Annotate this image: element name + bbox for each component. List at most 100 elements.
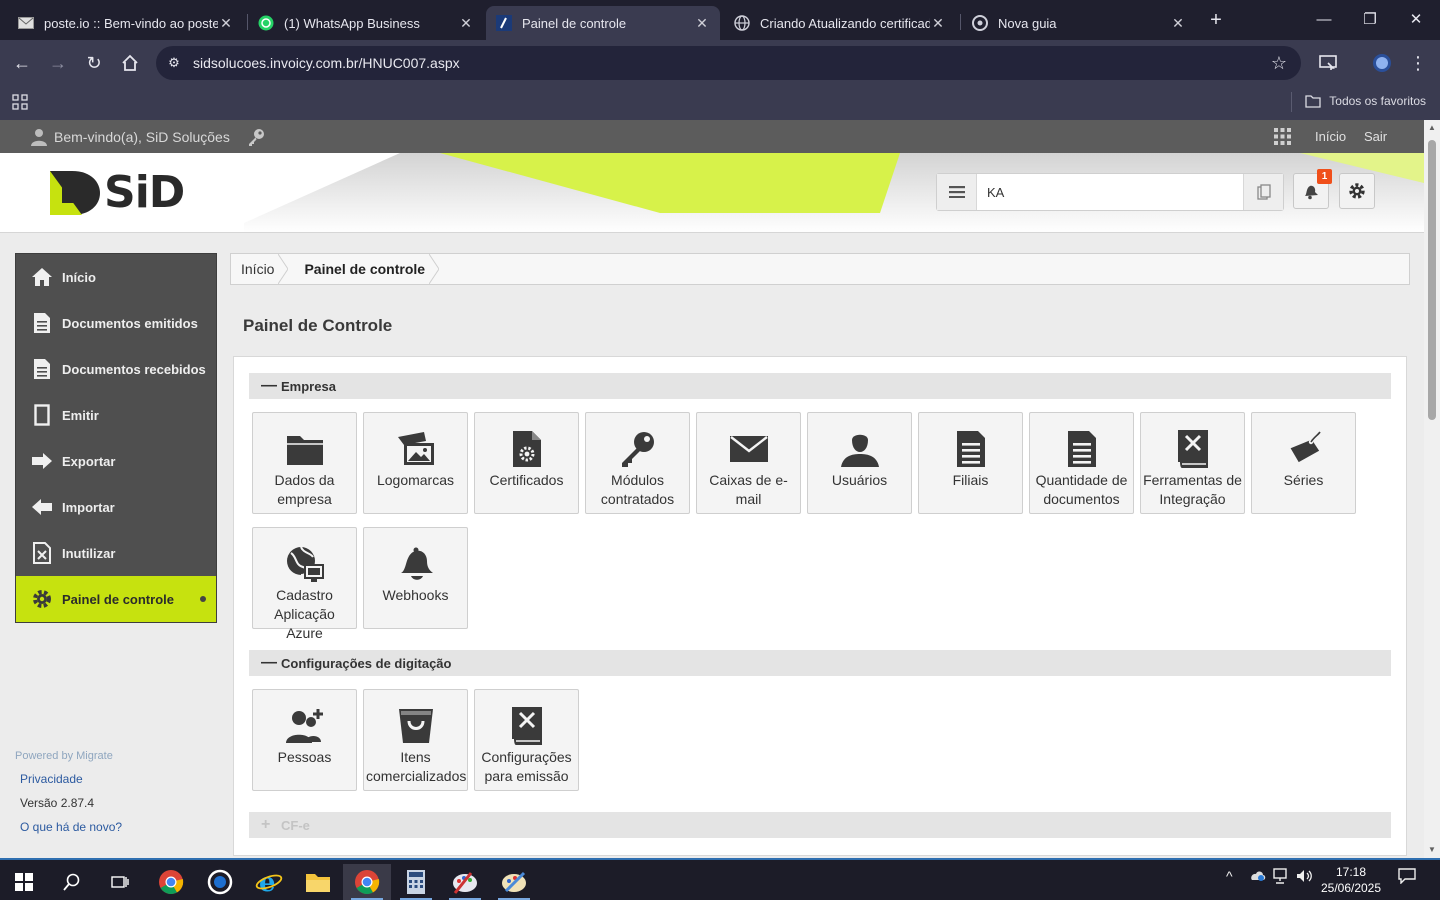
tab-poste[interactable]: poste.io :: Bem-vindo ao poste.io ✕ [8, 6, 244, 40]
breadcrumb-inicio[interactable]: Início [231, 254, 284, 284]
section-cfe-header[interactable]: + CF-e [249, 812, 1391, 838]
notifications-button[interactable]: 1 [1293, 169, 1332, 209]
close-icon[interactable]: ✕ [930, 15, 946, 32]
sidebar-item-label: Documentos emitidos [62, 315, 198, 331]
bell-icon [364, 542, 467, 586]
copy-icon[interactable] [1243, 174, 1283, 210]
close-icon[interactable]: ✕ [218, 15, 234, 32]
paint-tools-icon[interactable] [490, 864, 538, 900]
mail-icon [18, 15, 34, 31]
task-view-icon[interactable] [96, 864, 144, 900]
whats-new-link[interactable]: O que há de novo? [15, 820, 215, 834]
company-search-input[interactable] [979, 176, 1239, 208]
tray-expand-icon[interactable]: ^ [1226, 868, 1233, 884]
tile-ferramentas-de-integracao[interactable]: Ferramentas de Integração [1140, 412, 1245, 514]
tile-configuracoes-para-emissao[interactable]: Configurações para emissão [474, 689, 579, 791]
cast-icon[interactable] [1316, 51, 1340, 75]
back-arrow-icon[interactable]: ← [10, 51, 34, 75]
tile-logomarcas[interactable]: Logomarcas [363, 412, 468, 514]
tab-whatsapp[interactable]: (1) WhatsApp Business ✕ [248, 6, 484, 40]
tile-pessoas[interactable]: Pessoas [252, 689, 357, 791]
menu-dots-icon[interactable]: ⋮ [1406, 51, 1430, 75]
top-link-inicio[interactable]: Início [1315, 129, 1346, 144]
tile-filiais[interactable]: Filiais [918, 412, 1023, 514]
site-settings-icon[interactable]: ⚙ [166, 55, 182, 71]
section-empresa-header[interactable]: — Empresa [249, 373, 1391, 399]
internet-explorer-icon[interactable]: e [245, 864, 293, 900]
tab-painel-de-controle[interactable]: Painel de controle ✕ [486, 6, 720, 40]
close-icon[interactable]: ✕ [1170, 15, 1186, 32]
sidebar-item-inutilizar[interactable]: Inutilizar [16, 530, 216, 576]
close-icon[interactable]: ✕ [458, 15, 474, 32]
document-icon [30, 311, 54, 335]
tile-caixas-de-email[interactable]: Caixas de e-mail [696, 412, 801, 514]
close-icon[interactable]: ✕ [694, 15, 710, 32]
tile-itens-comercializados[interactable]: Itens comercializados [363, 689, 468, 791]
modules-grid-icon[interactable] [1274, 128, 1291, 148]
new-tab-button[interactable]: + [1206, 10, 1226, 30]
sidebar-item-emitir[interactable]: Emitir [16, 392, 216, 438]
hamburger-menu-icon[interactable] [937, 174, 977, 210]
tile-dados-da-empresa[interactable]: Dados da empresa [252, 412, 357, 514]
bookmark-star-icon[interactable]: ☆ [1271, 53, 1287, 74]
tile-label: Módulos contratados [600, 472, 675, 507]
scroll-up-icon[interactable]: ▲ [1424, 120, 1440, 136]
page-scrollbar[interactable]: ▲ ▼ [1424, 120, 1440, 858]
start-button[interactable] [0, 864, 48, 900]
system-clock[interactable]: 17:18 25/06/2025 [1318, 864, 1384, 896]
window-close-icon[interactable]: ✕ [1406, 10, 1426, 30]
reload-icon[interactable]: ↻ [82, 51, 106, 75]
chrome-active-taskbar-icon[interactable] [343, 864, 391, 900]
restore-icon[interactable]: ❐ [1360, 10, 1380, 30]
tab-certificado[interactable]: Criando Atualizando certificado ✕ [724, 6, 956, 40]
section-configuracoes-de-digitacao-header[interactable]: — Configurações de digitação [249, 650, 1391, 676]
key-icon[interactable] [246, 127, 266, 150]
certificate-icon [475, 427, 578, 471]
scroll-thumb[interactable] [1428, 140, 1436, 420]
home-icon [30, 265, 54, 289]
search-icon[interactable] [48, 864, 96, 900]
minimize-icon[interactable]: — [1314, 10, 1334, 30]
privacy-link[interactable]: Privacidade [15, 772, 215, 786]
forward-arrow-icon[interactable]: → [46, 51, 70, 75]
scroll-down-icon[interactable]: ▼ [1424, 842, 1440, 858]
onedrive-icon[interactable] [1248, 868, 1266, 885]
key-icon [586, 427, 689, 471]
tile-certificados[interactable]: Certificados [474, 412, 579, 514]
home-icon[interactable] [118, 51, 142, 75]
sid-logo[interactable]: SiD [48, 167, 185, 218]
file-explorer-icon[interactable] [294, 864, 342, 900]
sidebar-item-painel-de-controle[interactable]: Painel de controle [16, 576, 216, 622]
url-text[interactable]: sidsolucoes.invoicy.com.br/HNUC007.aspx [193, 55, 460, 71]
tile-label: Pessoas [277, 749, 332, 765]
sidebar-item-inicio[interactable]: Início [16, 254, 216, 300]
tile-usuarios[interactable]: Usuários [807, 412, 912, 514]
all-bookmarks[interactable]: Todos os favoritos [1305, 94, 1426, 108]
profile-avatar[interactable] [1370, 51, 1394, 75]
teamviewer-icon[interactable] [196, 864, 244, 900]
chrome-taskbar-icon[interactable] [147, 864, 195, 900]
tab-nova-guia[interactable]: Nova guia ✕ [962, 6, 1196, 40]
sidebar-item-importar[interactable]: Importar [16, 484, 216, 530]
notifications-center-icon[interactable] [1398, 868, 1416, 887]
volume-icon[interactable] [1296, 868, 1314, 887]
tile-modulos-contratados[interactable]: Módulos contratados [585, 412, 690, 514]
azure-app-icon [253, 542, 356, 586]
tile-quantidade-de-documentos[interactable]: Quantidade de documentos [1029, 412, 1134, 514]
calculator-icon[interactable] [392, 864, 440, 900]
tile-webhooks[interactable]: Webhooks [363, 527, 468, 629]
tile-cadastro-aplicacao-azure[interactable]: Cadastro Aplicação Azure [252, 527, 357, 641]
gear-icon [30, 587, 54, 611]
top-link-sair[interactable]: Sair [1364, 129, 1387, 144]
sidebar-item-documentos-emitidos[interactable]: Documentos emitidos [16, 300, 216, 346]
paint-app-icon[interactable] [441, 864, 489, 900]
settings-button[interactable] [1339, 173, 1375, 209]
network-icon[interactable] [1272, 868, 1290, 887]
svg-text:e: e [259, 869, 276, 895]
windows-logo-icon [15, 873, 33, 891]
address-bar[interactable]: ⚙ sidsolucoes.invoicy.com.br/HNUC007.asp… [156, 46, 1301, 80]
sidebar-item-exportar[interactable]: Exportar [16, 438, 216, 484]
apps-grid-icon[interactable] [12, 94, 28, 110]
tile-series[interactable]: Séries [1251, 412, 1356, 514]
sidebar-item-documentos-recebidos[interactable]: Documentos recebidos [16, 346, 216, 392]
